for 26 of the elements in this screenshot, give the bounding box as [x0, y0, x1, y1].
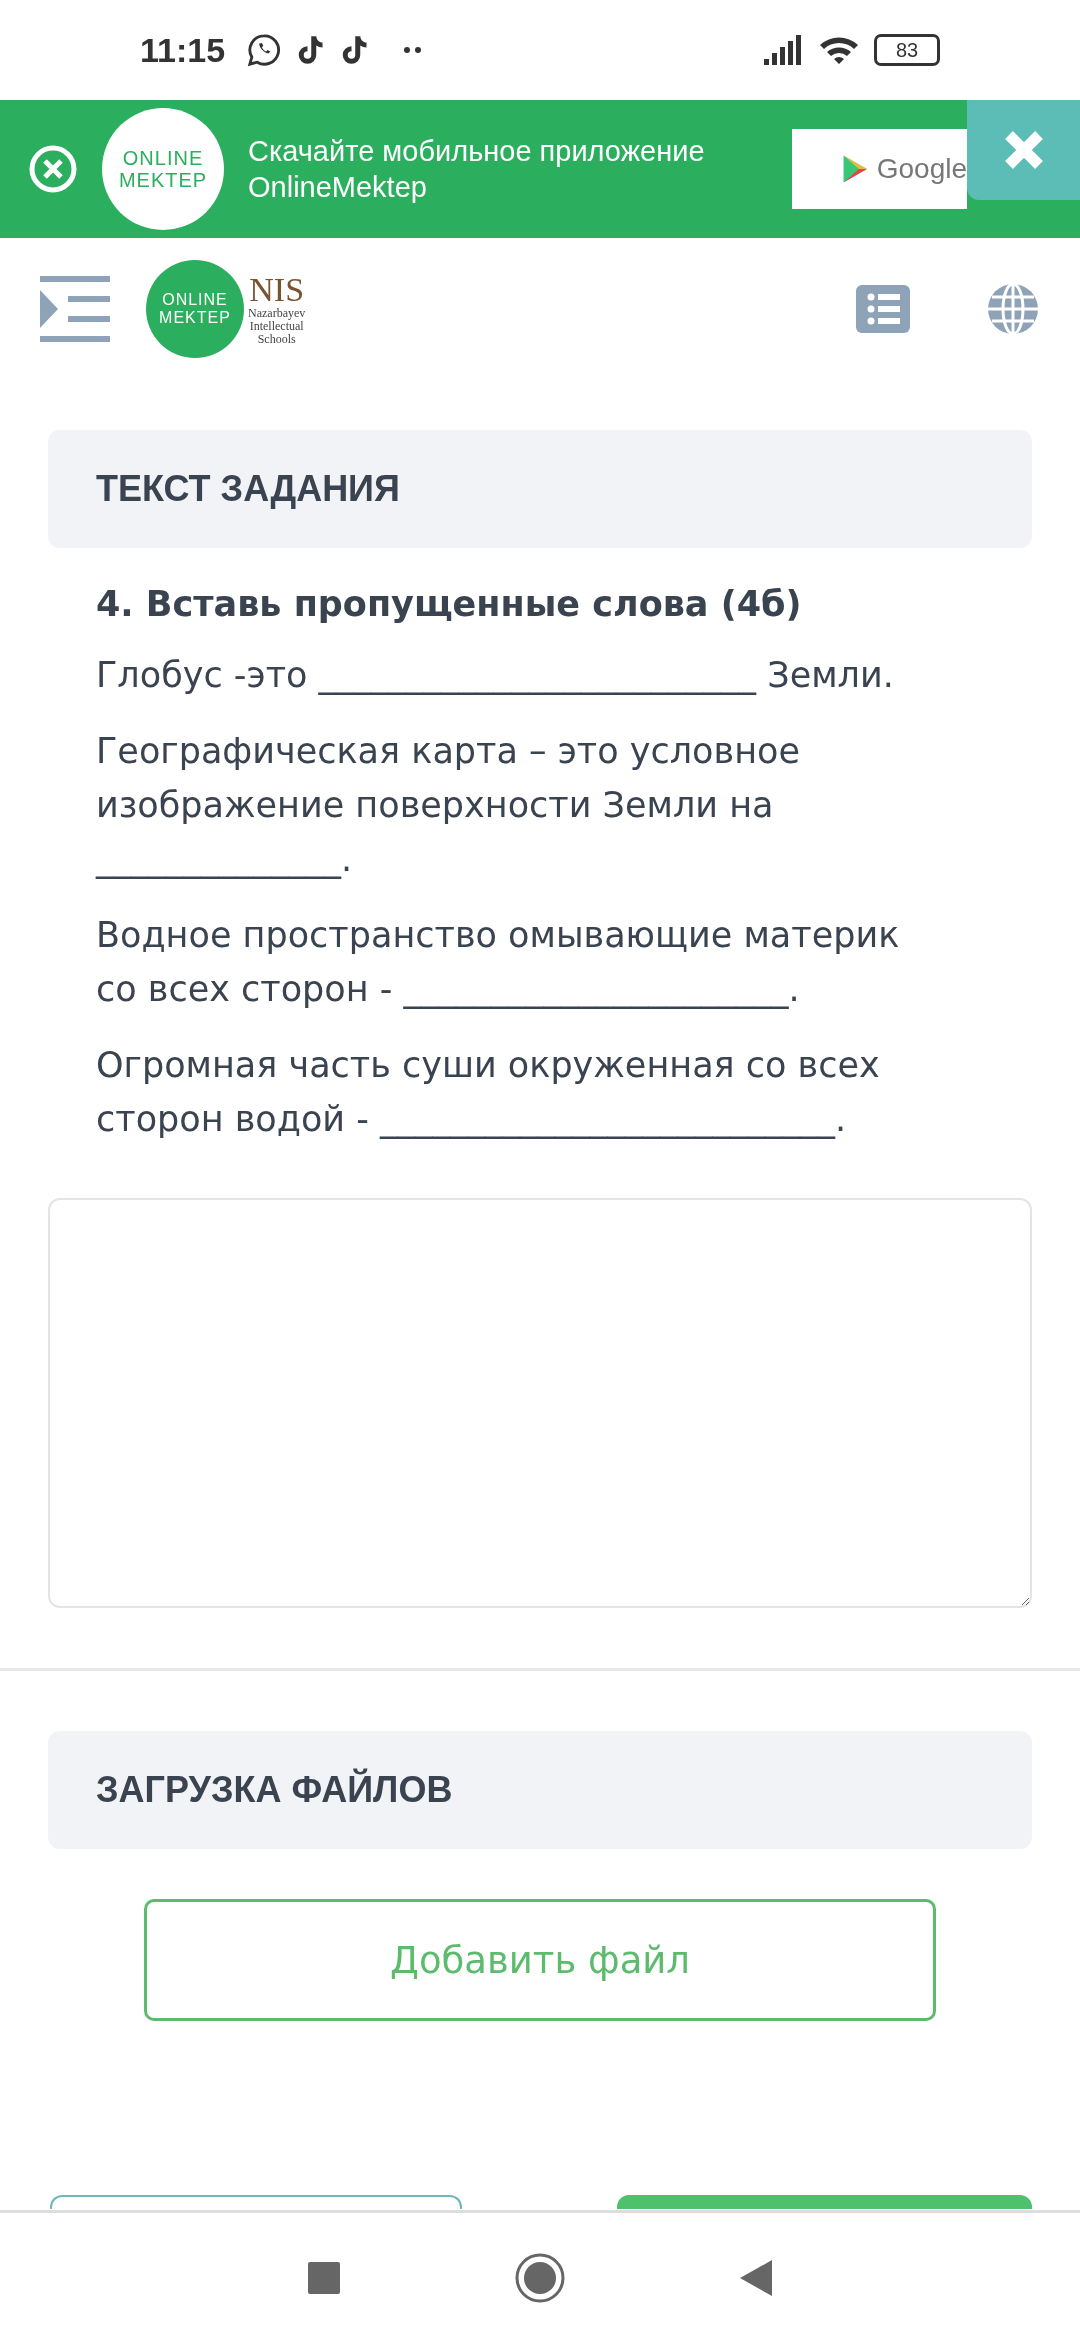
section-heading: ЗАГРУЗКА ФАЙЛОВ: [48, 1731, 1032, 1849]
app-logo: ONLINE MEKTEP: [102, 108, 224, 230]
home-icon[interactable]: [515, 2253, 565, 2303]
signal-icon: [764, 35, 804, 65]
add-file-button[interactable]: Добавить файл: [144, 1899, 936, 2021]
action-button[interactable]: [50, 2195, 462, 2209]
status-time: 11:15: [140, 30, 226, 70]
back-icon[interactable]: [740, 2260, 772, 2296]
close-button[interactable]: [967, 100, 1080, 200]
question-text: Огромная часть суши окруженная со всех сторон водой - __________________________.: [96, 1044, 881, 1141]
banner-message: Скачайте мобильное приложение OnlineMektep: [248, 134, 706, 205]
battery-indicator: 83: [874, 34, 940, 66]
question-title: 4. Вставь пропущенные слова (4б): [96, 584, 803, 624]
question-text: Водное пространство омывающие материк со всех сторон - ______________________.: [96, 914, 901, 1011]
partner-logo: NIS Nazarbayev Intellectual Schools: [248, 272, 306, 346]
question-text: Географическая карта – это условное изображение поверхности Земли на ______________.: [96, 730, 801, 881]
list-icon[interactable]: [856, 285, 910, 333]
globe-icon[interactable]: [986, 282, 1040, 336]
close-icon: [28, 144, 78, 194]
more-dots-icon: [403, 46, 424, 54]
chat-bubble-icon: [247, 33, 282, 67]
store-badge[interactable]: Google: [792, 129, 967, 209]
question-text: Глобус -это _________________________ Земли.: [96, 654, 895, 697]
menu-icon[interactable]: [40, 276, 110, 342]
site-logo[interactable]: ONLINE MEKTEP: [146, 260, 244, 358]
section-heading: ТЕКСТ ЗАДАНИЯ: [48, 430, 1032, 548]
